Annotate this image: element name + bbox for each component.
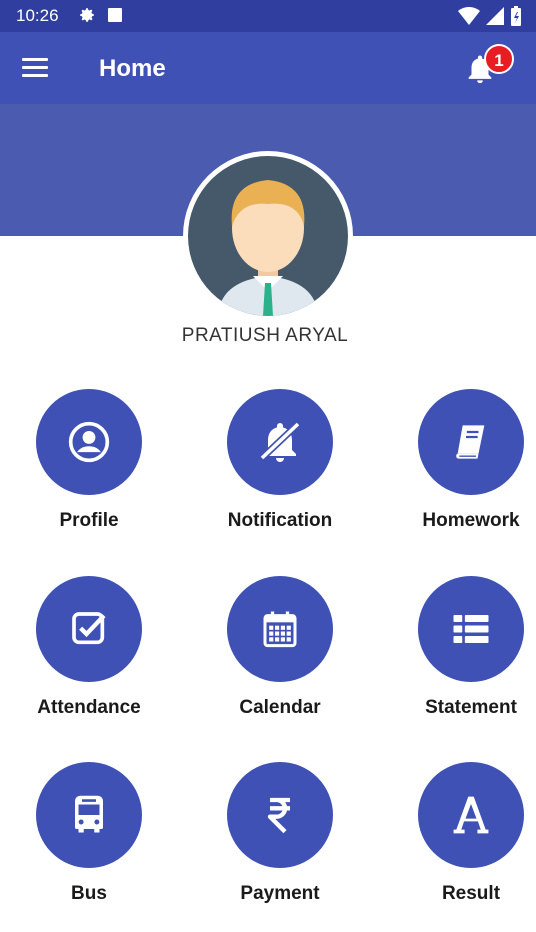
signal-icon <box>486 7 504 25</box>
calendar-button[interactable] <box>227 576 333 682</box>
result-button[interactable] <box>418 762 524 868</box>
tile-label: Statement <box>425 697 517 718</box>
menu-tile-calendar[interactable]: Calendar <box>191 576 367 746</box>
tile-label: Notification <box>227 510 333 531</box>
menu-tile-statement[interactable]: Statement <box>382 576 536 746</box>
book-icon <box>456 425 485 459</box>
storage-icon <box>108 8 122 22</box>
menu-tile-result[interactable]: Result <box>382 762 536 932</box>
menu-tile-payment[interactable]: Payment <box>191 762 367 932</box>
profile-button[interactable] <box>36 389 142 495</box>
hamburger-menu-icon[interactable] <box>22 58 48 78</box>
bus-icon <box>75 795 103 833</box>
menu-tile-bus[interactable]: Bus <box>0 762 176 932</box>
person-circle-icon <box>68 421 110 463</box>
menu-tile-notification[interactable]: Notification <box>191 389 367 559</box>
checkbox-icon <box>72 612 106 645</box>
status-bar: 10:26 <box>0 0 536 32</box>
page-title: Home <box>99 55 166 82</box>
notification-button[interactable] <box>227 389 333 495</box>
status-time: 10:26 <box>16 6 59 25</box>
menu-tile-attendance[interactable]: Attendance <box>0 576 176 746</box>
user-name: PRATIUSH ARYAL <box>181 325 349 346</box>
menu-tile-homework[interactable]: Homework <box>382 389 536 559</box>
attendance-button[interactable] <box>36 576 142 682</box>
tile-label: Bus <box>71 883 107 904</box>
letter-a-icon <box>453 796 489 834</box>
calendar-icon <box>263 611 297 648</box>
tile-label: Profile <box>59 510 119 531</box>
notification-count-badge[interactable]: 1 <box>484 44 514 74</box>
avatar[interactable] <box>183 151 353 321</box>
statement-button[interactable] <box>418 576 524 682</box>
payment-button[interactable] <box>227 762 333 868</box>
bus-button[interactable] <box>36 762 142 868</box>
tile-label: Homework <box>422 510 520 531</box>
battery-icon <box>511 6 521 26</box>
wifi-icon <box>458 7 480 25</box>
tile-label: Attendance <box>37 697 141 718</box>
list-icon <box>453 615 489 643</box>
menu-tile-profile[interactable]: Profile <box>0 389 176 559</box>
tile-label: Result <box>441 883 501 904</box>
settings-gear-icon <box>78 6 96 29</box>
app-bar: Home 1 <box>0 32 536 104</box>
rupee-icon <box>267 797 290 834</box>
homework-button[interactable] <box>418 389 524 495</box>
bell-off-icon <box>259 421 301 462</box>
tile-label: Payment <box>240 883 320 904</box>
tile-label: Calendar <box>239 697 321 718</box>
